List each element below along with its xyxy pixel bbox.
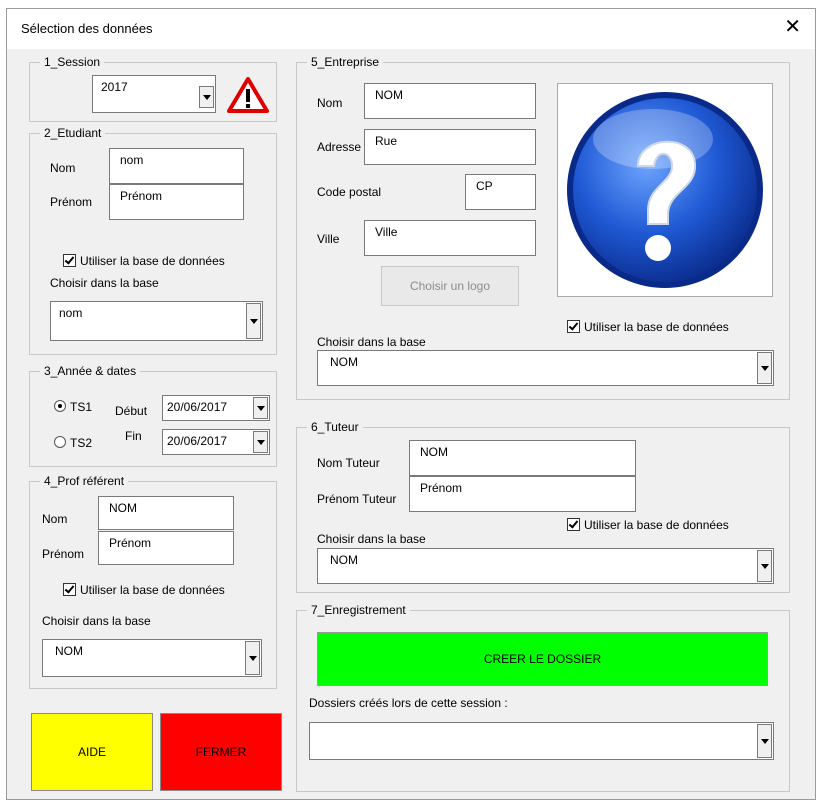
choisir-logo-button[interactable]: Choisir un logo xyxy=(381,266,519,306)
tuteur-use-db-checkbox[interactable]: Utiliser la base de données xyxy=(567,518,729,532)
prof-choose-label: Choisir dans la base xyxy=(42,614,151,628)
entreprise-adresse-label: Adresse xyxy=(317,140,362,154)
window-title: Sélection des données xyxy=(21,21,153,36)
prof-use-db-label: Utiliser la base de données xyxy=(80,583,225,597)
debut-date-value: 20/06/2017 xyxy=(167,400,228,414)
entreprise-use-db-checkbox[interactable]: Utiliser la base de données xyxy=(567,320,729,334)
prof-choose-select[interactable]: NOM xyxy=(42,639,262,677)
session-legend: 1_Session xyxy=(40,55,105,69)
ts1-label: TS1 xyxy=(70,400,93,414)
tuteur-prenom-label: Prénom Tuteur xyxy=(317,492,397,506)
session-group: 1_Session 2017 xyxy=(29,55,277,122)
tuteur-choose-label: Choisir dans la base xyxy=(317,532,426,546)
entreprise-choose-label: Choisir dans la base xyxy=(317,335,426,349)
etudiant-legend: 2_Etudiant xyxy=(40,126,106,140)
chevron-down-icon[interactable] xyxy=(253,397,268,419)
session-year-value: 2017 xyxy=(101,80,128,94)
enregistrement-group: 7_Enregistrement CREER LE DOSSIER Dossie… xyxy=(296,603,790,792)
entreprise-adresse-field[interactable]: Rue xyxy=(364,129,536,165)
tuteur-nom-field[interactable]: NOM xyxy=(409,440,636,476)
ts1-radio[interactable]: TS1 xyxy=(54,400,92,414)
debut-label: Début xyxy=(115,404,148,418)
tuteur-legend: 6_Tuteur xyxy=(307,420,363,434)
prof-legend: 4_Prof référent xyxy=(40,474,129,488)
chevron-down-icon[interactable] xyxy=(199,86,214,108)
etudiant-choose-value: nom xyxy=(59,306,83,320)
checkbox-checked-icon xyxy=(63,254,76,267)
aide-button[interactable]: AIDE xyxy=(31,713,153,791)
etudiant-nom-label: Nom xyxy=(50,161,76,175)
entreprise-ville-label: Ville xyxy=(317,232,340,246)
tuteur-group: 6_Tuteur Nom Tuteur NOM Prénom Tuteur Pr… xyxy=(296,420,790,593)
dossiers-select[interactable] xyxy=(309,722,774,760)
prof-choose-value: NOM xyxy=(55,644,83,658)
chevron-down-icon[interactable] xyxy=(245,641,260,675)
warning-icon xyxy=(227,77,269,113)
prof-nom-label: Nom xyxy=(42,512,68,526)
fin-date-select[interactable]: 20/06/2017 xyxy=(162,429,270,455)
tuteur-nom-label: Nom Tuteur xyxy=(317,456,380,470)
annee-group: 3_Année & dates TS1 TS2 Début 20/06/2017… xyxy=(29,364,277,467)
chevron-down-icon[interactable] xyxy=(253,431,268,453)
prof-group: 4_Prof référent Nom NOM Prénom Prénom Ut… xyxy=(29,474,277,689)
etudiant-use-db-label: Utiliser la base de données xyxy=(80,254,225,268)
enregistrement-legend: 7_Enregistrement xyxy=(307,603,410,617)
etudiant-prenom-field[interactable]: Prénom xyxy=(109,184,244,220)
entreprise-group: 5_Entreprise Nom NOM Adresse Rue Code po… xyxy=(296,55,790,400)
fermer-button[interactable]: FERMER xyxy=(160,713,282,791)
entreprise-nom-label: Nom xyxy=(317,96,343,110)
etudiant-choose-label: Choisir dans la base xyxy=(50,276,159,290)
radio-unselected-icon xyxy=(54,436,66,448)
etudiant-nom-field[interactable]: nom xyxy=(109,148,244,184)
checkbox-checked-icon xyxy=(63,583,76,596)
prof-nom-field[interactable]: NOM xyxy=(98,496,234,530)
ts2-radio[interactable]: TS2 xyxy=(54,436,92,450)
title-bar: Sélection des données ✕ xyxy=(7,9,815,49)
dialog-window: Sélection des données ✕ 1_Session 2017 2… xyxy=(6,8,816,800)
entreprise-use-db-label: Utiliser la base de données xyxy=(584,320,729,334)
entreprise-cp-field[interactable]: CP xyxy=(465,174,536,210)
entreprise-nom-field[interactable]: NOM xyxy=(364,83,536,119)
checkbox-checked-icon xyxy=(567,518,580,531)
fin-date-value: 20/06/2017 xyxy=(167,434,228,448)
annee-legend: 3_Année & dates xyxy=(40,364,141,378)
prof-prenom-field[interactable]: Prénom xyxy=(98,531,234,565)
entreprise-ville-field[interactable]: Ville xyxy=(364,220,536,256)
chevron-down-icon[interactable] xyxy=(757,352,772,384)
prof-use-db-checkbox[interactable]: Utiliser la base de données xyxy=(63,583,225,597)
tuteur-prenom-field[interactable]: Prénom xyxy=(409,476,636,512)
session-year-select[interactable]: 2017 xyxy=(92,75,216,113)
radio-selected-icon xyxy=(54,400,66,412)
ts2-label: TS2 xyxy=(70,436,93,450)
close-button[interactable]: ✕ xyxy=(784,15,801,39)
etudiant-use-db-checkbox[interactable]: Utiliser la base de données xyxy=(63,254,225,268)
chevron-down-icon[interactable] xyxy=(757,550,772,582)
dossiers-label: Dossiers créés lors de cette session : xyxy=(309,696,508,710)
tuteur-choose-value: NOM xyxy=(330,553,358,567)
etudiant-choose-select[interactable]: nom xyxy=(50,301,263,341)
creer-dossier-button[interactable]: CREER LE DOSSIER xyxy=(317,632,768,686)
entreprise-choose-value: NOM xyxy=(330,355,358,369)
logo-image xyxy=(557,83,773,297)
chevron-down-icon[interactable] xyxy=(246,303,261,339)
debut-date-select[interactable]: 20/06/2017 xyxy=(162,395,270,421)
etudiant-group: 2_Etudiant Nom nom Prénom Prénom Utilise… xyxy=(29,126,277,355)
prof-prenom-label: Prénom xyxy=(42,547,85,561)
entreprise-legend: 5_Entreprise xyxy=(307,55,384,69)
entreprise-cp-label: Code postal xyxy=(317,185,382,199)
tuteur-use-db-label: Utiliser la base de données xyxy=(584,518,729,532)
entreprise-choose-select[interactable]: NOM xyxy=(317,350,774,386)
checkbox-checked-icon xyxy=(567,320,580,333)
question-mark-icon xyxy=(567,92,763,288)
fin-label: Fin xyxy=(125,429,142,443)
tuteur-choose-select[interactable]: NOM xyxy=(317,548,774,584)
chevron-down-icon[interactable] xyxy=(757,724,772,758)
etudiant-prenom-label: Prénom xyxy=(50,195,93,209)
